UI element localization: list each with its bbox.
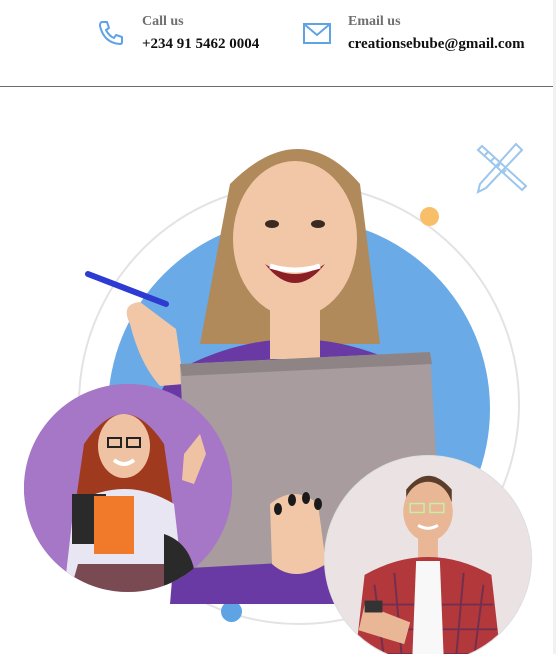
email-us-block[interactable]: Email us creationsebube@gmail.com [302, 14, 525, 53]
student-with-phone-photo [324, 455, 532, 654]
hero-illustration [0, 88, 556, 654]
phone-icon [99, 21, 123, 45]
contact-header: Call us +234 91 5462 0004 Email us creat… [0, 0, 553, 87]
mail-icon [303, 23, 331, 44]
phone-number[interactable]: +234 91 5462 0004 [142, 36, 259, 53]
call-us-block[interactable]: Call us +234 91 5462 0004 [96, 14, 259, 53]
student-with-books-image [24, 384, 232, 592]
student-with-phone-image [325, 456, 531, 654]
student-with-books-photo [24, 384, 232, 592]
ruler-pencil-icon [476, 142, 528, 194]
blue-dot [221, 601, 242, 622]
call-us-label: Call us [142, 14, 184, 29]
email-us-label: Email us [348, 14, 401, 29]
email-address[interactable]: creationsebube@gmail.com [348, 36, 525, 53]
